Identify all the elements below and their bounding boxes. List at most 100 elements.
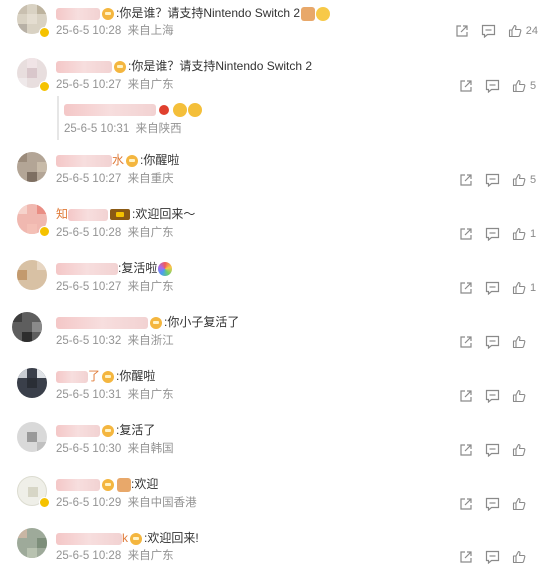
like-button[interactable]: 24 [508,24,538,38]
comment-meta: 25-6-5 10:28 来自广东 [56,549,174,563]
laugh-emoji-icon [188,102,202,117]
comment-text: :你是谁？请支持Nintendo Switch 2 [116,6,301,20]
like-button[interactable] [512,389,538,403]
share-button[interactable] [459,335,473,349]
username-tail[interactable]: 水 [112,153,124,167]
comment-button[interactable] [485,389,500,403]
comment-text: :欢迎回来～ [132,207,196,221]
laugh-emoji-icon [173,102,187,117]
like-button[interactable] [512,497,538,511]
like-count: 1 [530,282,537,294]
avatar[interactable] [17,422,47,452]
like-button[interactable]: 5 [512,173,538,187]
avatar[interactable] [17,368,47,398]
comment-row: :复活啦 25-6-5 10:27 来自广东 1 [0,258,550,298]
avatar[interactable] [17,528,47,558]
comment-actions [459,549,538,565]
comment-button[interactable] [485,497,500,511]
comment-icon [485,497,500,511]
comment-row: :欢迎 25-6-5 10:29 来自中国香港 [0,474,550,514]
like-button[interactable] [512,335,538,349]
comment-line: 水:你醒啦 [56,152,179,168]
blurred-username[interactable] [56,316,148,329]
comment-date: 25-6-5 10:27 [56,173,122,185]
comment-row: :复活了 25-6-5 10:30 来自韩国 [0,420,550,460]
share-button[interactable] [459,550,473,564]
share-button[interactable] [459,227,473,241]
comment-button[interactable] [485,227,500,241]
like-button[interactable] [512,443,538,457]
like-icon [512,227,526,241]
comment-location: 来自浙江 [127,335,174,347]
blurred-username[interactable] [56,370,88,383]
share-button[interactable] [455,24,469,38]
share-button[interactable] [459,281,473,295]
comment-line: 知 :欢迎回来～ [56,206,195,222]
comment-meta: 25-6-5 10:28 来自广东 [56,226,174,240]
comment-location: 来自上海 [127,25,174,37]
comment-icon [485,79,500,93]
comment-button[interactable] [485,443,500,457]
comment-line: k:欢迎回来! [56,530,199,546]
like-count: 1 [530,228,537,240]
avatar[interactable] [12,312,42,342]
comment-location: 来自重庆 [127,173,174,185]
blurred-username[interactable] [56,262,118,275]
comment-button[interactable] [481,24,496,38]
blurred-username[interactable] [56,532,122,545]
comment-actions [459,496,538,512]
crown-icon [102,478,114,491]
comment-date: 25-6-5 10:32 [56,335,122,347]
comment-line: 了:你醒啦 [56,368,155,384]
like-button[interactable]: 1 [512,281,538,295]
share-icon [460,174,472,186]
cat-emoji-icon [117,477,131,492]
share-icon [460,551,472,563]
comment-meta: 25-6-5 10:27 来自广东 [56,78,174,92]
username-tail[interactable]: k [122,531,128,545]
share-icon [460,228,472,240]
share-button[interactable] [459,389,473,403]
comment-line: :你是谁？请支持Nintendo Switch 2 [56,58,312,74]
like-icon [512,173,526,187]
username-tail[interactable]: 了 [88,369,100,383]
avatar[interactable] [17,152,47,182]
share-button[interactable] [459,79,473,93]
username-head[interactable]: 知 [56,207,68,221]
comment-button[interactable] [485,281,500,295]
like-button[interactable] [512,550,538,564]
comment-text: :你是谁？请支持Nintendo Switch 2 [128,59,313,73]
like-button[interactable]: 1 [512,227,538,241]
comment-button[interactable] [485,79,500,93]
share-button[interactable] [459,443,473,457]
comment-row: 水:你醒啦 25-6-5 10:27 来自重庆 5 [0,150,550,190]
blurred-username[interactable] [56,154,112,167]
blurred-username[interactable] [56,424,100,437]
comment-line: :欢迎 [56,476,158,492]
blurred-username[interactable] [68,208,109,221]
avatar[interactable] [17,260,47,290]
blurred-username[interactable] [64,103,156,116]
crown-icon [102,370,115,383]
comment-icon [481,24,495,38]
like-icon [512,281,526,295]
comment-button[interactable] [485,335,500,349]
comment-row: k:欢迎回来! 25-6-5 10:28 来自广东 [0,528,550,568]
comment-icon [485,281,500,295]
comment-meta: 25-6-5 10:29 来自中国香港 [56,496,197,510]
share-button[interactable] [459,497,473,511]
blurred-username[interactable] [56,7,100,20]
blurred-username[interactable] [56,60,112,73]
comment-button[interactable] [485,173,500,187]
like-button[interactable]: 5 [512,79,538,93]
comment-location: 来自中国香港 [127,497,197,509]
share-icon [460,390,472,402]
blurred-username[interactable] [56,478,100,491]
comment-icon [485,389,500,403]
comment-location: 来自广东 [127,227,174,239]
cat-emoji-icon [301,6,316,21]
comment-button[interactable] [485,550,500,564]
like-icon [512,443,526,457]
share-button[interactable] [459,173,473,187]
comment-date: 25-6-5 10:31 [56,389,122,401]
